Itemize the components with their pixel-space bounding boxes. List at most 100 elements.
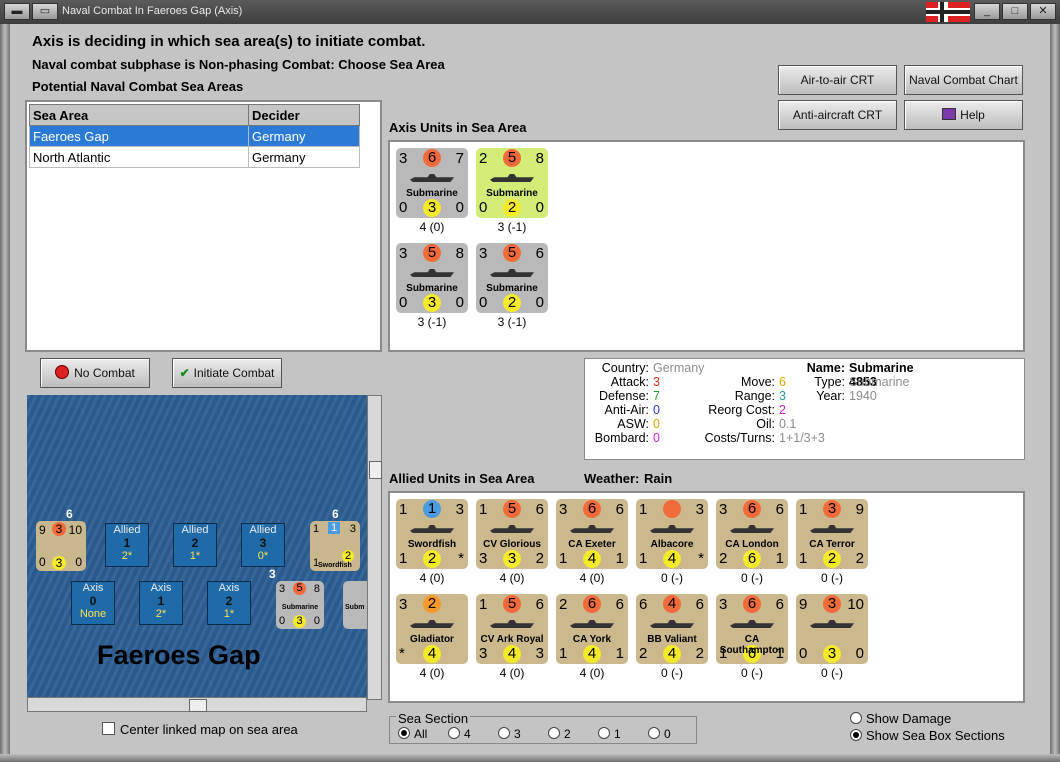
restore-down-button[interactable]: ▭ bbox=[32, 3, 58, 20]
main-value: 6 bbox=[583, 500, 601, 518]
anti-air-value: 0 bbox=[653, 403, 660, 417]
sea-section-option[interactable]: 1 bbox=[598, 727, 648, 741]
show-damage-radio[interactable]: Show Damage bbox=[850, 711, 951, 726]
main-value: 3 bbox=[823, 500, 841, 518]
system-menu-button[interactable]: ▬ bbox=[4, 3, 30, 20]
axis-box-2[interactable]: Axis 2 1* bbox=[207, 581, 251, 625]
unit-counter[interactable]: 1 5 6 3 3 2 CV Glorious bbox=[476, 499, 548, 569]
radio-button[interactable] bbox=[448, 727, 460, 739]
country-key: Country: bbox=[601, 361, 649, 375]
column-header-decider[interactable]: Decider bbox=[248, 104, 360, 126]
ship-silhouette-icon bbox=[570, 620, 614, 628]
allied-box-1[interactable]: Allied 1 2* bbox=[105, 523, 149, 567]
allied-box-3[interactable]: Allied 3 0* bbox=[241, 523, 285, 567]
unit-counter[interactable]: 3 5 6 0 2 0 Submarine bbox=[476, 243, 548, 313]
unit-counter[interactable]: 3 6 7 0 3 0 Submarine bbox=[396, 148, 468, 218]
radio-button[interactable] bbox=[648, 727, 660, 739]
sea-section-option[interactable]: 4 bbox=[448, 727, 498, 741]
defense-value: 6 bbox=[775, 596, 784, 613]
unit-counter[interactable]: 3 6 6 1 4 1 CA Exeter bbox=[556, 499, 628, 569]
help-button[interactable]: Help bbox=[904, 100, 1023, 130]
asw-value: 4 bbox=[663, 645, 681, 663]
unit-counter[interactable]: 1 3 9 1 2 2 CA Terror bbox=[796, 499, 868, 569]
no-combat-button[interactable]: No Combat bbox=[40, 358, 150, 388]
sea-section-option[interactable]: 2 bbox=[548, 727, 598, 741]
defense-value: 7 bbox=[455, 150, 464, 167]
radio-button[interactable] bbox=[398, 727, 410, 739]
cell-decider: Germany bbox=[248, 146, 360, 168]
map-stack-allied[interactable]: 6 9 3 10 0 3 0 bbox=[36, 507, 86, 571]
table-row[interactable]: Faeroes Gap Germany bbox=[29, 125, 360, 147]
sea-area-map[interactable]: 6 9 3 10 0 3 0 Allied 1 2* Allied 2 1* Allie… bbox=[27, 395, 367, 700]
close-button[interactable]: ✕ bbox=[1030, 3, 1056, 20]
naval-combat-chart-button[interactable]: Naval Combat Chart bbox=[904, 65, 1023, 95]
main-value: 6 bbox=[583, 595, 601, 613]
stack-count: 6 bbox=[332, 507, 339, 521]
unit-counter[interactable]: 6 4 6 2 4 2 BB Valiant bbox=[636, 594, 708, 664]
attack-value: 9 bbox=[799, 596, 808, 613]
radio-button[interactable] bbox=[850, 712, 862, 724]
air-to-air-crt-button[interactable]: Air-to-air CRT bbox=[778, 65, 897, 95]
main-value: 5 bbox=[423, 244, 441, 262]
horizontal-scroll-thumb[interactable] bbox=[189, 699, 207, 712]
attack-value: 1 bbox=[399, 501, 408, 518]
asw-value: 4 bbox=[583, 550, 601, 568]
help-label: Help bbox=[960, 108, 985, 122]
map-stack-submarine[interactable]: 3 3 5 8 Submarine 0 3 0 bbox=[269, 567, 324, 629]
map-vertical-scrollbar[interactable] bbox=[367, 395, 382, 700]
vertical-scroll-thumb[interactable] bbox=[369, 461, 382, 479]
radio-button[interactable] bbox=[498, 727, 510, 739]
box-label: Allied bbox=[181, 524, 209, 536]
stack-asw: 3 bbox=[52, 556, 66, 570]
content-area: Axis is deciding in which sea area(s) to… bbox=[10, 24, 1050, 754]
map-horizontal-scrollbar[interactable] bbox=[27, 697, 367, 712]
unit-counter[interactable]: 9 3 10 0 3 0 bbox=[796, 594, 868, 664]
ship-silhouette-icon bbox=[730, 525, 774, 533]
show-damage-label: Show Damage bbox=[866, 711, 952, 726]
box-number: 1 bbox=[123, 536, 131, 550]
unit-counter[interactable]: 3 5 8 0 3 0 Submarine bbox=[396, 243, 468, 313]
show-sea-box-sections-radio[interactable]: Show Sea Box Sections bbox=[850, 728, 1005, 743]
allied-box-2[interactable]: Allied 2 1* bbox=[173, 523, 217, 567]
sea-section-option[interactable]: All bbox=[398, 727, 448, 741]
initiate-combat-button[interactable]: ✔ Initiate Combat bbox=[172, 358, 282, 388]
sea-section-option-label: All bbox=[414, 727, 428, 741]
maximize-button[interactable]: □ bbox=[1002, 3, 1028, 20]
sea-section-option[interactable]: 0 bbox=[648, 727, 698, 741]
attack-value: 3 bbox=[399, 245, 408, 262]
asw-value: 3 bbox=[423, 294, 441, 312]
center-map-checkbox[interactable]: Center linked map on sea area bbox=[102, 722, 298, 737]
minimize-button[interactable]: _ bbox=[974, 3, 1000, 20]
reorg-cost-value: 2 bbox=[779, 403, 786, 417]
unit-counter[interactable]: 1 3 1 4 * Albacore bbox=[636, 499, 708, 569]
show-sections-label: Show Sea Box Sections bbox=[866, 728, 1005, 743]
anti-air-value: 0 bbox=[479, 199, 488, 216]
checkbox-box[interactable] bbox=[102, 722, 115, 735]
unit-counter[interactable]: 2 5 8 0 2 0 Submarine bbox=[476, 148, 548, 218]
radio-button[interactable] bbox=[850, 729, 862, 741]
anti-aircraft-crt-button[interactable]: Anti-aircraft CRT bbox=[778, 100, 897, 130]
anti-air-value: * bbox=[399, 645, 405, 662]
unit-counter[interactable]: 1 5 6 3 4 3 CV Ark Royal bbox=[476, 594, 548, 664]
map-stack-swordfish[interactable]: 6 1 1 3 2 1 Swordfish bbox=[310, 507, 360, 571]
radio-button[interactable] bbox=[548, 727, 560, 739]
axis-box-1[interactable]: Axis 1 2* bbox=[139, 581, 183, 625]
unit-counter[interactable]: 3 2 * 4 Gladiator bbox=[396, 594, 468, 664]
column-header-sea-area[interactable]: Sea Area bbox=[29, 104, 249, 126]
map-stack-submarine-partial[interactable]: Subm bbox=[343, 581, 367, 629]
anti-air-value: 1 bbox=[399, 550, 408, 567]
unit-counter[interactable]: 2 6 6 1 4 1 CA York bbox=[556, 594, 628, 664]
unit-caption: 0 (-) bbox=[821, 571, 843, 585]
no-combat-label: No Combat bbox=[74, 366, 135, 380]
anti-air-value: 1 bbox=[559, 645, 568, 662]
unit-counter[interactable]: 3 6 6 2 6 1 CA London bbox=[716, 499, 788, 569]
unit-counter[interactable]: 3 6 6 1 6 1 CA Southampton bbox=[716, 594, 788, 664]
unit-counter[interactable]: 1 1 3 1 2 * Swordfish bbox=[396, 499, 468, 569]
box-label: Axis bbox=[218, 582, 240, 594]
axis-box-0[interactable]: Axis 0 None bbox=[71, 581, 115, 625]
sea-section-option[interactable]: 3 bbox=[498, 727, 548, 741]
asw-value: 2 bbox=[823, 550, 841, 568]
radio-button[interactable] bbox=[598, 727, 610, 739]
table-row[interactable]: North Atlantic Germany bbox=[29, 146, 360, 168]
ship-silhouette-icon bbox=[410, 269, 454, 277]
